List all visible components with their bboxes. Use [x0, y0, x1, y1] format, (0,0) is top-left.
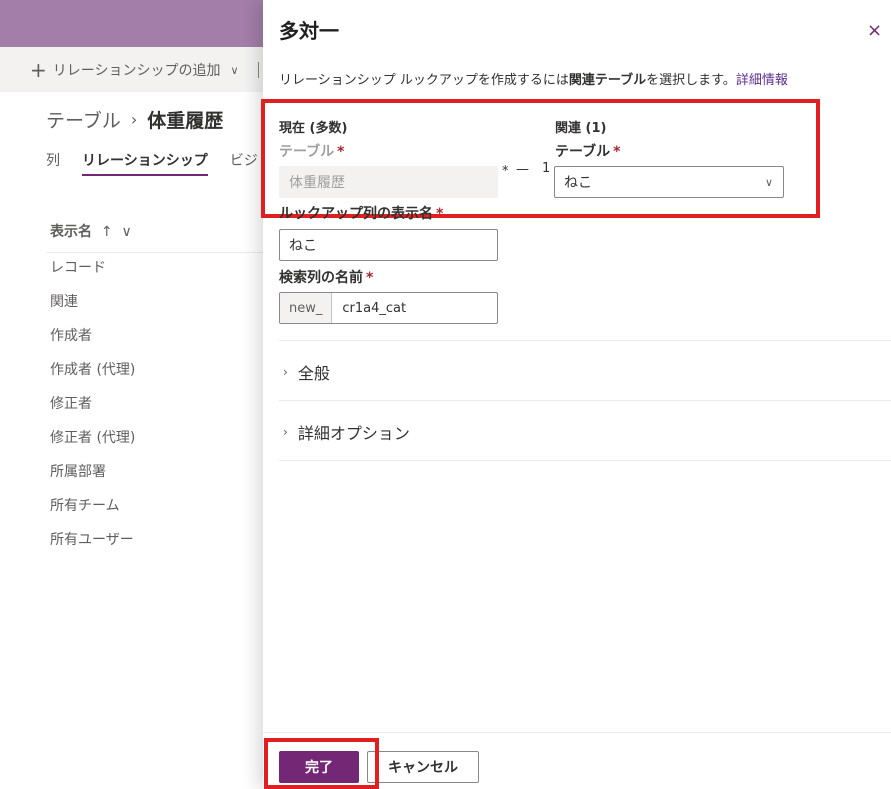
lookup-name-label-text: 検索列の名前 — [279, 270, 363, 286]
panel-description: リレーションシップ ルックアップを作成するには関連テーブルを選択します。詳細情報 — [279, 69, 788, 88]
schema-prefix: new_ — [280, 293, 333, 323]
many-to-one-panel: 多対一 × リレーションシップ ルックアップを作成するには関連テーブルを選択しま… — [261, 0, 891, 789]
lookup-name-label: 検索列の名前 * — [279, 267, 373, 287]
highlight-box-done — [264, 738, 379, 789]
footer-divider — [263, 732, 891, 733]
header-divider — [46, 252, 263, 253]
lookup-display-value: ねこ — [289, 238, 317, 254]
list-item[interactable]: 所有チーム — [50, 498, 135, 532]
breadcrumb: テーブル › 体重履歴 — [46, 106, 223, 133]
column-header-label: 表示名 — [50, 224, 92, 240]
tab-relationships[interactable]: リレーションシップ — [82, 150, 208, 176]
close-icon[interactable]: × — [867, 20, 882, 41]
lookup-name-input[interactable]: new_ cr1a4_cat — [279, 292, 498, 324]
list-item[interactable]: 修正者 — [50, 396, 135, 430]
list-item[interactable]: 所属部署 — [50, 464, 135, 498]
general-section-label: 全般 — [297, 364, 330, 383]
learn-more-link[interactable]: 詳細情報 — [736, 73, 788, 88]
lookup-display-label: ルックアップ列の表示名 * — [279, 203, 443, 223]
list-item[interactable]: 所有ユーザー — [50, 532, 135, 566]
tab-columns[interactable]: 列 — [46, 150, 60, 176]
chevron-down-icon: ∨ — [230, 63, 239, 77]
highlight-box-tables — [261, 99, 820, 218]
lookup-display-input[interactable]: ねこ — [279, 229, 498, 261]
list-item[interactable]: 関連 — [50, 294, 135, 328]
required-marker: * — [436, 206, 444, 222]
list-item[interactable]: 作成者 (代理) — [50, 362, 135, 396]
breadcrumb-current: 体重履歴 — [147, 110, 224, 132]
relationship-list: レコード 関連 作成者 作成者 (代理) 修正者 修正者 (代理) 所属部署 所… — [50, 260, 135, 566]
section-divider — [279, 400, 891, 401]
lookup-name-value: cr1a4_cat — [342, 300, 407, 316]
breadcrumb-root[interactable]: テーブル — [46, 106, 121, 133]
chevron-down-icon: ∨ — [121, 224, 132, 240]
general-section-toggle[interactable]: › 全般 — [283, 360, 330, 384]
column-header-display-name[interactable]: 表示名 ↑ ∨ — [50, 221, 132, 241]
plus-icon: + — [30, 58, 47, 82]
description-bold: 関連テーブル — [568, 73, 647, 88]
required-marker: * — [366, 270, 374, 286]
description-prefix: リレーションシップ ルックアップを作成するには — [279, 73, 569, 88]
chevron-right-icon: › — [283, 365, 288, 379]
advanced-options-label: 詳細オプション — [297, 424, 410, 443]
description-suffix: を選択します。 — [646, 73, 736, 88]
add-relationship-button[interactable]: + リレーションシップの追加 ∨ — [30, 60, 239, 80]
list-item[interactable]: 作成者 — [50, 328, 135, 362]
section-divider — [279, 340, 891, 341]
lookup-display-label-text: ルックアップ列の表示名 — [279, 206, 433, 222]
command-separator — [258, 62, 259, 78]
table-tabs: 列 リレーションシップ ビジ — [46, 150, 258, 176]
section-divider — [279, 460, 891, 461]
add-relationship-label: リレーションシップの追加 — [52, 63, 221, 79]
advanced-options-toggle[interactable]: › 詳細オプション — [283, 420, 410, 444]
panel-title: 多対一 — [279, 19, 339, 43]
cancel-button[interactable]: キャンセル — [367, 751, 479, 783]
chevron-right-icon: › — [283, 425, 288, 439]
sort-ascending-icon: ↑ — [100, 224, 113, 240]
list-item[interactable]: 修正者 (代理) — [50, 430, 135, 464]
tab-business-rules[interactable]: ビジ — [230, 150, 258, 176]
list-item[interactable]: レコード — [50, 260, 135, 294]
breadcrumb-separator-icon: › — [130, 110, 138, 129]
